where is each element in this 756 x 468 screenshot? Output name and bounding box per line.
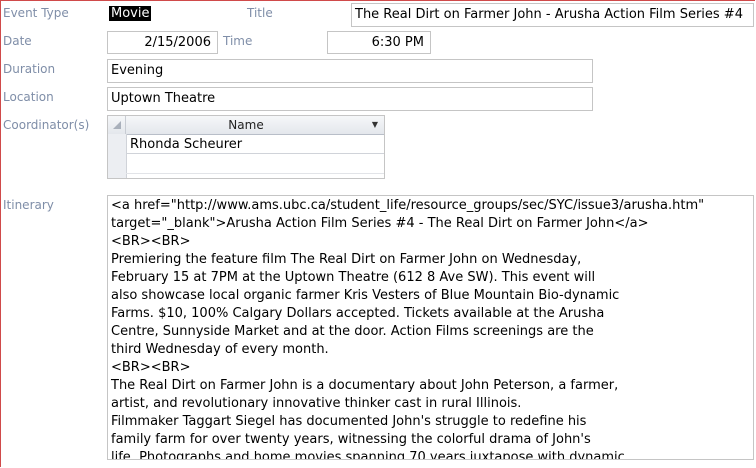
- new-record-row[interactable]: [126, 154, 384, 174]
- location-label: Location: [3, 90, 54, 104]
- itinerary-line: Filmmaker Taggart Siegel has documented …: [111, 414, 587, 429]
- itinerary-line: Premiering the feature film The Real Dir…: [111, 252, 582, 267]
- date-field[interactable]: 2/15/2006: [107, 31, 218, 54]
- itinerary-line: third Wednesday of every month.: [111, 342, 329, 357]
- title-label: Title: [247, 6, 273, 20]
- itinerary-line: artist, and revolutionary innovative thi…: [111, 396, 522, 411]
- duration-field[interactable]: Evening: [107, 59, 593, 83]
- itinerary-line: <BR><BR>: [111, 360, 191, 375]
- title-field[interactable]: The Real Dirt on Farmer John - Arusha Ac…: [351, 3, 754, 27]
- duration-label: Duration: [3, 62, 56, 76]
- name-column-header[interactable]: Name: [126, 116, 366, 134]
- coordinator-row[interactable]: Rhonda Scheurer: [126, 135, 384, 154]
- itinerary-line: The Real Dirt on Farmer John is a docume…: [111, 378, 619, 393]
- itinerary-textbox[interactable]: <a href="http://www.ams.ubc.ca/student_l…: [107, 195, 754, 460]
- itinerary-line: target="_blank">Arusha Action Film Serie…: [111, 216, 649, 231]
- column-dropdown-icon[interactable]: ▼: [368, 116, 382, 134]
- itinerary-line: <BR><BR>: [111, 234, 191, 249]
- record-selector-column[interactable]: [108, 134, 127, 178]
- event-type-field[interactable]: Movie: [107, 4, 227, 24]
- coordinators-subform[interactable]: Name ▼ Rhonda Scheurer: [107, 115, 385, 179]
- event-type-value: Movie: [109, 6, 152, 21]
- itinerary-line: life. Photographs and home movies spanni…: [111, 450, 625, 460]
- itinerary-line: also showcase local organic farmer Kris …: [111, 288, 620, 303]
- coordinators-label: Coordinator(s): [3, 118, 90, 132]
- select-all-corner[interactable]: [108, 116, 126, 134]
- itinerary-line: family farm for over twenty years, witne…: [111, 432, 591, 447]
- location-field[interactable]: Uptown Theatre: [107, 87, 593, 111]
- time-field[interactable]: 6:30 PM: [327, 31, 431, 54]
- itinerary-line: Farms. $10, 100% Calgary Dollars accepte…: [111, 306, 605, 321]
- itinerary-line: February 15 at 7PM at the Uptown Theatre…: [111, 270, 596, 285]
- itinerary-line: <a href="http://www.ams.ubc.ca/student_l…: [111, 198, 705, 213]
- time-label: Time: [223, 34, 253, 48]
- select-all-triangle-icon: [113, 121, 121, 129]
- itinerary-label: Itinerary: [3, 198, 54, 212]
- itinerary-line: Centre, Sunnyside Market and at the door…: [111, 324, 594, 339]
- date-label: Date: [3, 34, 32, 48]
- event-type-label: Event Type: [3, 6, 69, 20]
